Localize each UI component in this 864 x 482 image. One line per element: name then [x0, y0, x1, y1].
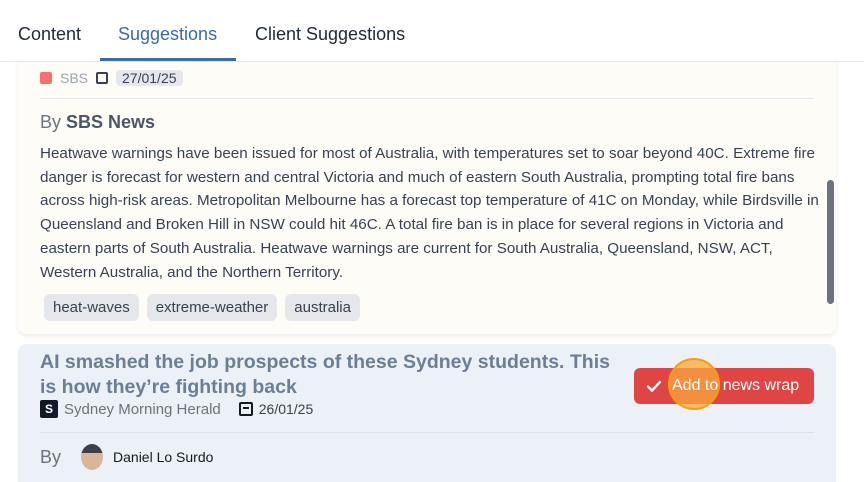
add-button-label: Add to news wrap [672, 377, 800, 394]
source-name: SBS [60, 70, 89, 86]
tag-chip[interactable]: australia [285, 294, 360, 321]
suggestions-list[interactable]: SBS 27/01/25 By SBS News Heatwave warnin… [0, 62, 864, 482]
tab-content[interactable]: Content [18, 24, 81, 45]
source-name: Sydney Morning Herald [64, 400, 221, 418]
calendar-icon [238, 402, 253, 416]
tab-client-suggestions[interactable]: Client Suggestions [255, 24, 405, 45]
active-tab-indicator [100, 58, 236, 61]
tab-bar: Content Suggestions Client Suggestions [0, 0, 864, 62]
author-avatar [81, 444, 104, 470]
article-summary: Heatwave warnings have been issued for m… [40, 145, 819, 281]
tag-chip[interactable]: heat-waves [44, 294, 139, 321]
tab-suggestions[interactable]: Suggestions [118, 24, 217, 45]
by-label: By [40, 112, 62, 132]
tag-chip[interactable]: extreme-weather [146, 294, 278, 321]
scrollbar-thumb[interactable] [827, 180, 834, 304]
article-date: 26/01/25 [258, 401, 314, 417]
byline: By Daniel Lo Surdo [40, 444, 213, 470]
author-name: SBS News [66, 112, 156, 132]
suggestion-card: AI smashed the job prospects of these Sy… [18, 344, 836, 482]
calendar-icon [96, 72, 109, 84]
article-date: 27/01/25 [116, 70, 183, 86]
source-logo-icon [40, 72, 52, 84]
source-logo-icon: S [40, 400, 58, 418]
divider [40, 432, 814, 433]
suggestion-card: SBS 27/01/25 By SBS News Heatwave warnin… [18, 62, 836, 334]
check-icon [646, 380, 662, 392]
byline: By SBS News [40, 112, 155, 133]
author-name: Daniel Lo Surdo [113, 449, 214, 465]
article-meta: SBS 27/01/25 [40, 70, 183, 86]
by-label: By [40, 446, 62, 467]
article-meta: S Sydney Morning Herald 26/01/25 [40, 400, 313, 418]
divider [40, 98, 814, 99]
tag-list: heat-waves extreme-weather australia [44, 294, 360, 321]
add-to-news-wrap-button[interactable]: Add to news wrap [634, 368, 814, 404]
article-title[interactable]: AI smashed the job prospects of these Sy… [40, 350, 630, 400]
